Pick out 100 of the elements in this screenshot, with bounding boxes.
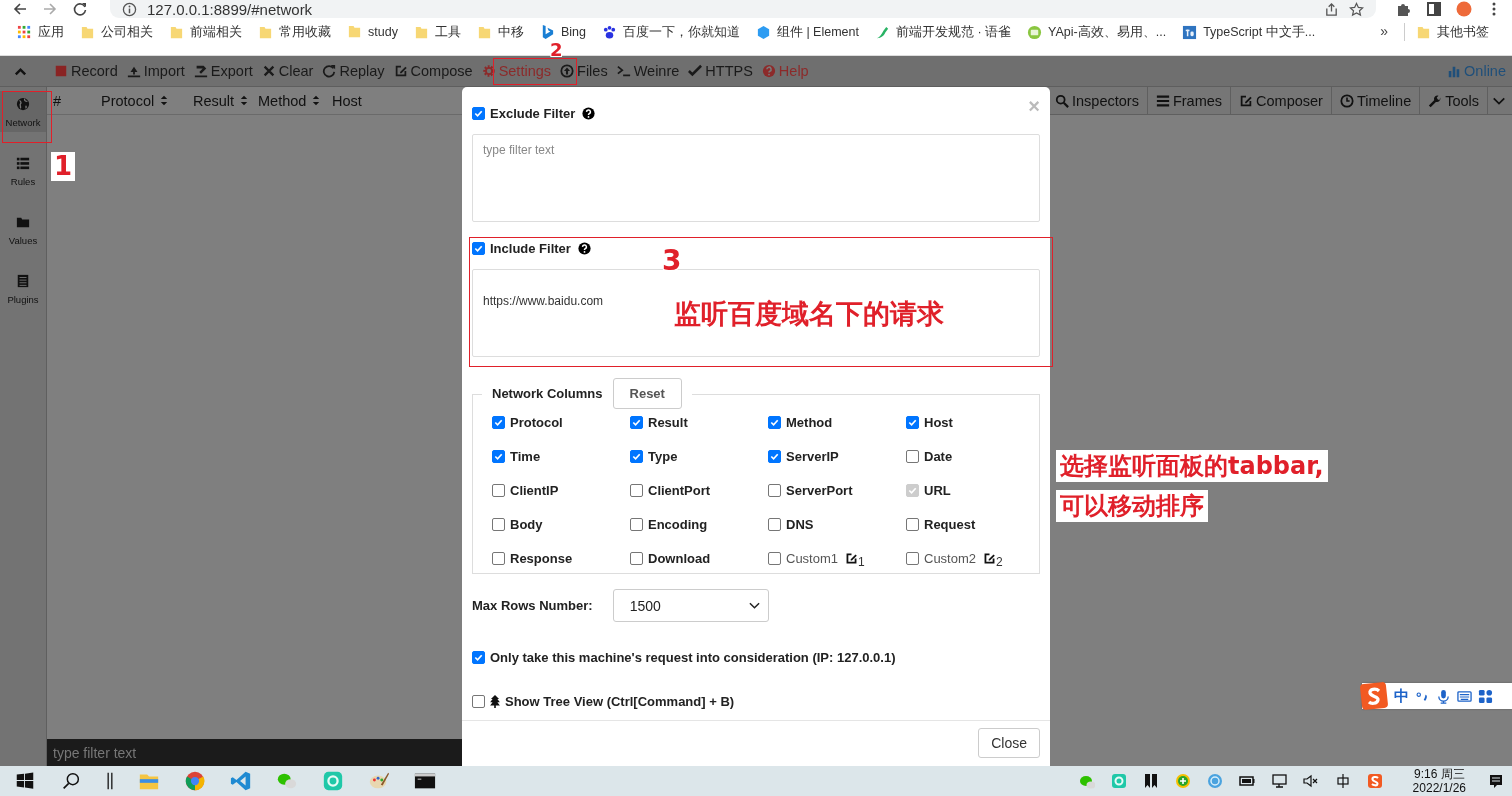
- checkbox[interactable]: [492, 449, 505, 463]
- back-arrow-icon[interactable]: [12, 1, 28, 17]
- checkbox[interactable]: [906, 415, 919, 429]
- battery-icon[interactable]: [1238, 773, 1255, 789]
- help-icon[interactable]: [582, 106, 596, 120]
- task-view-icon[interactable]: [106, 770, 114, 792]
- checkbox[interactable]: [492, 517, 505, 531]
- sidebar-icon[interactable]: [1426, 1, 1442, 17]
- input-method-icon[interactable]: [1334, 773, 1351, 789]
- checkbox[interactable]: [492, 551, 505, 565]
- reset-button[interactable]: Reset: [612, 378, 682, 409]
- checkbox[interactable]: [472, 106, 485, 120]
- sidebar-item[interactable]: Network: [0, 91, 46, 132]
- checkbox[interactable]: [472, 241, 485, 255]
- toolbar-button[interactable]: Export: [189, 59, 257, 83]
- reload-icon[interactable]: [72, 1, 88, 17]
- checkbox[interactable]: [906, 449, 919, 463]
- checkbox-label: Show Tree View (Ctrl[Command] + B): [505, 693, 735, 709]
- checkbox[interactable]: [472, 694, 485, 708]
- bookmark[interactable]: 工具: [410, 23, 464, 42]
- sort-icon[interactable]: [240, 94, 249, 107]
- keyboard-icon[interactable]: [1457, 688, 1472, 704]
- bookmark[interactable]: TypeScript 中文手...: [1179, 23, 1319, 42]
- bookmark[interactable]: 组件 | Element: [752, 23, 862, 42]
- plus-circle-icon[interactable]: [1174, 773, 1191, 789]
- checkbox[interactable]: [630, 517, 643, 531]
- max-rows-select[interactable]: 1500: [612, 589, 769, 622]
- checkbox[interactable]: [630, 483, 643, 497]
- toolbar-button[interactable]: Clear: [257, 59, 318, 83]
- avatar-icon[interactable]: [1456, 1, 1472, 17]
- bookmark[interactable]: 公司相关: [77, 23, 156, 42]
- toolbar-button[interactable]: HTTPS: [684, 59, 757, 83]
- toolbar-button[interactable]: Weinre: [612, 59, 684, 83]
- windows-logo-icon[interactable]: [14, 770, 36, 792]
- toolbar-button[interactable]: Files: [556, 59, 612, 83]
- sidebar-item[interactable]: Plugins: [0, 268, 46, 309]
- ime-mode[interactable]: 中: [1394, 686, 1409, 706]
- checkbox[interactable]: [768, 449, 781, 463]
- puzzle-icon[interactable]: [1396, 1, 1412, 17]
- url-text: 127.0.0.1:8899/#network: [147, 0, 313, 18]
- bookmark[interactable]: 百度一下，你就知道: [598, 23, 743, 42]
- column-header[interactable]: #: [53, 92, 62, 109]
- bookmark[interactable]: 其他书签: [1413, 23, 1492, 42]
- bookmark[interactable]: YApi-高效、易用、...: [1024, 23, 1170, 42]
- microphone-icon[interactable]: [1436, 688, 1451, 704]
- checkbox[interactable]: [492, 415, 505, 429]
- inspector-tab[interactable]: Composer: [1230, 87, 1331, 114]
- inspector-tab[interactable]: Timeline: [1330, 87, 1420, 114]
- toolbar-button[interactable]: Import: [122, 59, 189, 83]
- browser-logo-icon[interactable]: [184, 770, 206, 792]
- checkbox[interactable]: [768, 551, 781, 565]
- checkbox[interactable]: [630, 551, 643, 565]
- column-header[interactable]: Protocol: [101, 92, 155, 109]
- close-button[interactable]: Close: [978, 728, 1040, 758]
- notification-icon[interactable]: [1488, 773, 1504, 789]
- checkbox[interactable]: [472, 650, 485, 664]
- grid-icon[interactable]: [1478, 688, 1493, 704]
- monitor-icon[interactable]: [1270, 773, 1287, 789]
- info-icon[interactable]: [122, 1, 137, 17]
- star-icon[interactable]: [1349, 1, 1364, 17]
- column-header[interactable]: Host: [332, 92, 362, 109]
- help-icon[interactable]: [577, 241, 591, 255]
- checkbox[interactable]: [906, 517, 919, 531]
- sidebar-item[interactable]: Rules: [0, 150, 46, 191]
- bookmark[interactable]: 前端相关: [166, 23, 245, 42]
- address-bar[interactable]: 127.0.0.1:8899/#network: [110, 0, 1376, 18]
- sort-icon[interactable]: [160, 94, 169, 107]
- checkbox[interactable]: [768, 517, 781, 531]
- bookmark[interactable]: Bing: [536, 23, 589, 40]
- checkbox[interactable]: [630, 415, 643, 429]
- checkbox[interactable]: [492, 483, 505, 497]
- bookmark-icon[interactable]: [1142, 773, 1159, 789]
- toolbar-button[interactable]: Replay: [318, 59, 389, 83]
- bookmark[interactable]: 前端开发规范 · 语雀: [872, 23, 1015, 42]
- bookmark[interactable]: 应用: [14, 23, 67, 42]
- inspector-tab[interactable]: Frames: [1146, 87, 1231, 114]
- code-editor-logo-icon[interactable]: [230, 770, 252, 792]
- checkbox[interactable]: [906, 551, 919, 565]
- share-icon[interactable]: [1324, 1, 1339, 17]
- search-icon[interactable]: [60, 770, 82, 792]
- bookmark[interactable]: 中移: [473, 23, 527, 42]
- toolbar-button[interactable]: Compose: [389, 59, 477, 83]
- filter-field[interactable]: type filter text: [472, 134, 1040, 222]
- forward-arrow-icon[interactable]: [42, 1, 58, 17]
- toolbar-button[interactable]: Record: [50, 59, 122, 83]
- sidebar-item[interactable]: Values: [0, 209, 46, 250]
- sogou-logo-icon[interactable]: [1360, 682, 1388, 710]
- speaker-muted-icon[interactable]: [1302, 773, 1319, 789]
- checkbox[interactable]: [630, 449, 643, 463]
- checkbox[interactable]: [768, 483, 781, 497]
- column-header[interactable]: Result: [193, 92, 235, 109]
- bookmark[interactable]: 常用收藏: [255, 23, 334, 42]
- sogou-logo-icon[interactable]: [1366, 773, 1383, 789]
- bookmark[interactable]: study: [344, 23, 401, 40]
- column-header[interactable]: Method: [258, 92, 307, 109]
- inspector-tab[interactable]: Tools: [1419, 87, 1488, 114]
- sort-icon[interactable]: [312, 94, 321, 107]
- folder-icon: [476, 25, 492, 40]
- checkbox[interactable]: [768, 415, 781, 429]
- more-bookmarks-button[interactable]: »: [1372, 23, 1396, 39]
